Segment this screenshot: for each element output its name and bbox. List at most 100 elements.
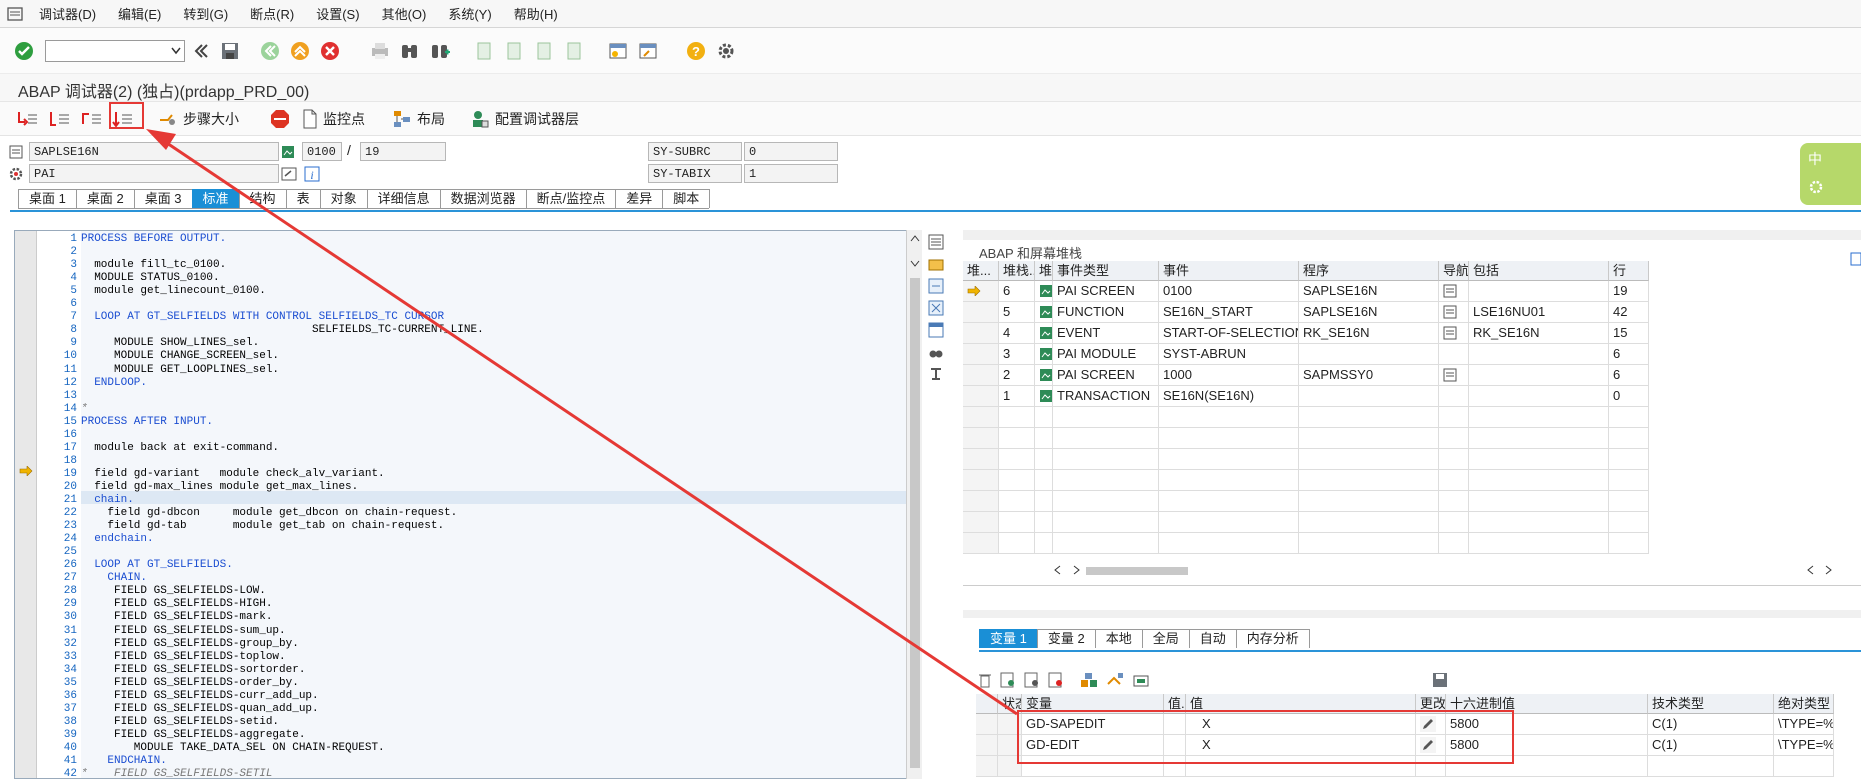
- variable-tab-4[interactable]: 自动: [1188, 629, 1237, 648]
- app-menu-icon[interactable]: [6, 6, 26, 22]
- menu-goto[interactable]: 转到(G): [172, 4, 239, 23]
- remove-icon[interactable]: [1048, 672, 1064, 688]
- variable-tab-2[interactable]: 本地: [1094, 629, 1143, 648]
- delete-icon[interactable]: [978, 672, 992, 688]
- menu-edit[interactable]: 编辑(E): [107, 4, 172, 23]
- gear-icon[interactable]: [714, 39, 738, 63]
- tab-1[interactable]: 桌面 2: [75, 189, 135, 208]
- chevron-right-icon[interactable]: [1823, 565, 1833, 575]
- table-settings-icon[interactable]: [1850, 252, 1861, 266]
- tab-2[interactable]: 桌面 3: [133, 189, 193, 208]
- step-into-button[interactable]: [16, 107, 43, 131]
- variable-tab-5[interactable]: 内存分析: [1235, 629, 1310, 648]
- cancel-icon[interactable]: [318, 39, 342, 63]
- watchpoint-button[interactable]: 监控点: [302, 107, 365, 131]
- enter-check-icon[interactable]: [12, 39, 36, 63]
- program-field[interactable]: SAPLSE16N: [29, 142, 279, 161]
- variable-header-select[interactable]: [976, 694, 998, 714]
- step-size-icon: [160, 114, 175, 125]
- close-icon[interactable]: [928, 300, 944, 316]
- stack-header-1[interactable]: 堆栈...: [999, 261, 1035, 281]
- exit-icon[interactable]: [288, 39, 312, 63]
- tab-4[interactable]: 结构: [238, 189, 287, 208]
- navigate-icon[interactable]: [1443, 284, 1457, 298]
- variable-header-6[interactable]: 技术类型: [1648, 694, 1774, 714]
- stop-button[interactable]: [270, 107, 295, 131]
- stack-header-6[interactable]: 导航: [1439, 261, 1469, 281]
- menu-settings[interactable]: 设置(S): [305, 4, 370, 23]
- insert-icon[interactable]: [1106, 672, 1124, 688]
- screen-field[interactable]: 0100: [302, 142, 342, 161]
- event-field[interactable]: PAI: [29, 164, 279, 183]
- stack-header-2[interactable]: 堆.: [1035, 261, 1053, 281]
- navigate-icon[interactable]: [1443, 326, 1457, 340]
- menu-help[interactable]: 帮助(H): [503, 4, 569, 23]
- find-icon[interactable]: [398, 39, 422, 63]
- stack-header-5[interactable]: 程序: [1299, 261, 1439, 281]
- chevron-right-icon[interactable]: [1071, 565, 1081, 575]
- expand-icon[interactable]: [188, 39, 212, 63]
- variable-header-7[interactable]: 绝对类型: [1774, 694, 1834, 714]
- print-icon[interactable]: [368, 39, 392, 63]
- variable-tab-3[interactable]: 全局: [1141, 629, 1190, 648]
- settings-icon[interactable]: [928, 366, 944, 382]
- menu-other[interactable]: 其他(O): [371, 4, 438, 23]
- tab-0[interactable]: 桌面 1: [18, 189, 77, 208]
- editor-scrollbar[interactable]: [906, 230, 922, 779]
- stack-header-3[interactable]: 事件类型: [1053, 261, 1159, 281]
- navigate-icon[interactable]: [1443, 368, 1457, 382]
- shortcut-icon[interactable]: [636, 39, 660, 63]
- first-page-icon[interactable]: [472, 39, 496, 63]
- help-icon[interactable]: ?: [684, 39, 708, 63]
- step-over-button[interactable]: [48, 107, 75, 131]
- layout-button[interactable]: 布局: [392, 107, 445, 131]
- stack-header-7[interactable]: 包括: [1469, 261, 1609, 281]
- save-icon[interactable]: [218, 39, 242, 63]
- change-icon[interactable]: [1000, 672, 1016, 688]
- stack-header-4[interactable]: 事件: [1159, 261, 1299, 281]
- menu-debugger[interactable]: 调试器(D): [28, 4, 107, 23]
- list-icon[interactable]: [928, 234, 944, 250]
- group-icon[interactable]: [1080, 672, 1098, 688]
- new-session-icon[interactable]: [606, 39, 630, 63]
- menu-breakpoints[interactable]: 断点(R): [239, 4, 305, 23]
- chevron-left-icon[interactable]: [1053, 565, 1063, 575]
- tab-8[interactable]: 数据浏览器: [439, 189, 527, 208]
- return-button[interactable]: [80, 107, 107, 131]
- tab-6[interactable]: 对象: [319, 189, 368, 208]
- window-icon[interactable]: [928, 322, 944, 338]
- stack-hscroll-thumb[interactable]: [1086, 567, 1188, 575]
- menu-system[interactable]: 系统(Y): [437, 4, 502, 23]
- source-code-editor[interactable]: 1 2 3 4 5 6 7 8 9 10 11 12 13 14 15 16 17 18 19 20 21 22 23 24 2…: [14, 230, 920, 779]
- save-icon[interactable]: [1432, 672, 1448, 688]
- tab-10[interactable]: 差异: [615, 189, 664, 208]
- tab-11[interactable]: 脚本: [662, 189, 711, 208]
- step-size-button[interactable]: 步骤大小: [158, 107, 239, 131]
- export-icon[interactable]: [1132, 672, 1150, 688]
- tab-9[interactable]: 断点/监控点: [525, 189, 617, 208]
- binoculars-icon[interactable]: [928, 344, 944, 360]
- folder-icon[interactable]: [928, 256, 944, 272]
- next-page-icon[interactable]: [532, 39, 556, 63]
- scroll-thumb[interactable]: [910, 278, 920, 768]
- prev-page-icon[interactable]: [502, 39, 526, 63]
- detail-icon[interactable]: [1024, 672, 1040, 688]
- last-page-icon[interactable]: [562, 39, 586, 63]
- find-next-icon[interactable]: [428, 39, 452, 63]
- stack-header-0[interactable]: 堆...: [963, 261, 999, 281]
- sync-icon[interactable]: [928, 278, 944, 294]
- config-layer-button[interactable]: 配置调试器层: [470, 107, 579, 131]
- command-field[interactable]: [45, 39, 185, 62]
- tab-5[interactable]: 表: [285, 189, 321, 208]
- chevron-left-icon[interactable]: [1806, 565, 1816, 575]
- variable-tab-0[interactable]: 变量 1: [979, 629, 1038, 648]
- sy-subrc-label: SY-SUBRC: [648, 142, 742, 161]
- tab-3[interactable]: 标准: [191, 189, 240, 208]
- line-field[interactable]: 19: [360, 142, 446, 161]
- back-icon[interactable]: [258, 39, 282, 63]
- variable-tab-1[interactable]: 变量 2: [1036, 629, 1096, 648]
- stack-header-8[interactable]: 行: [1609, 261, 1649, 281]
- tab-7[interactable]: 详细信息: [366, 189, 441, 208]
- navigate-icon[interactable]: [1443, 305, 1457, 319]
- info-icon[interactable]: i: [304, 166, 320, 182]
